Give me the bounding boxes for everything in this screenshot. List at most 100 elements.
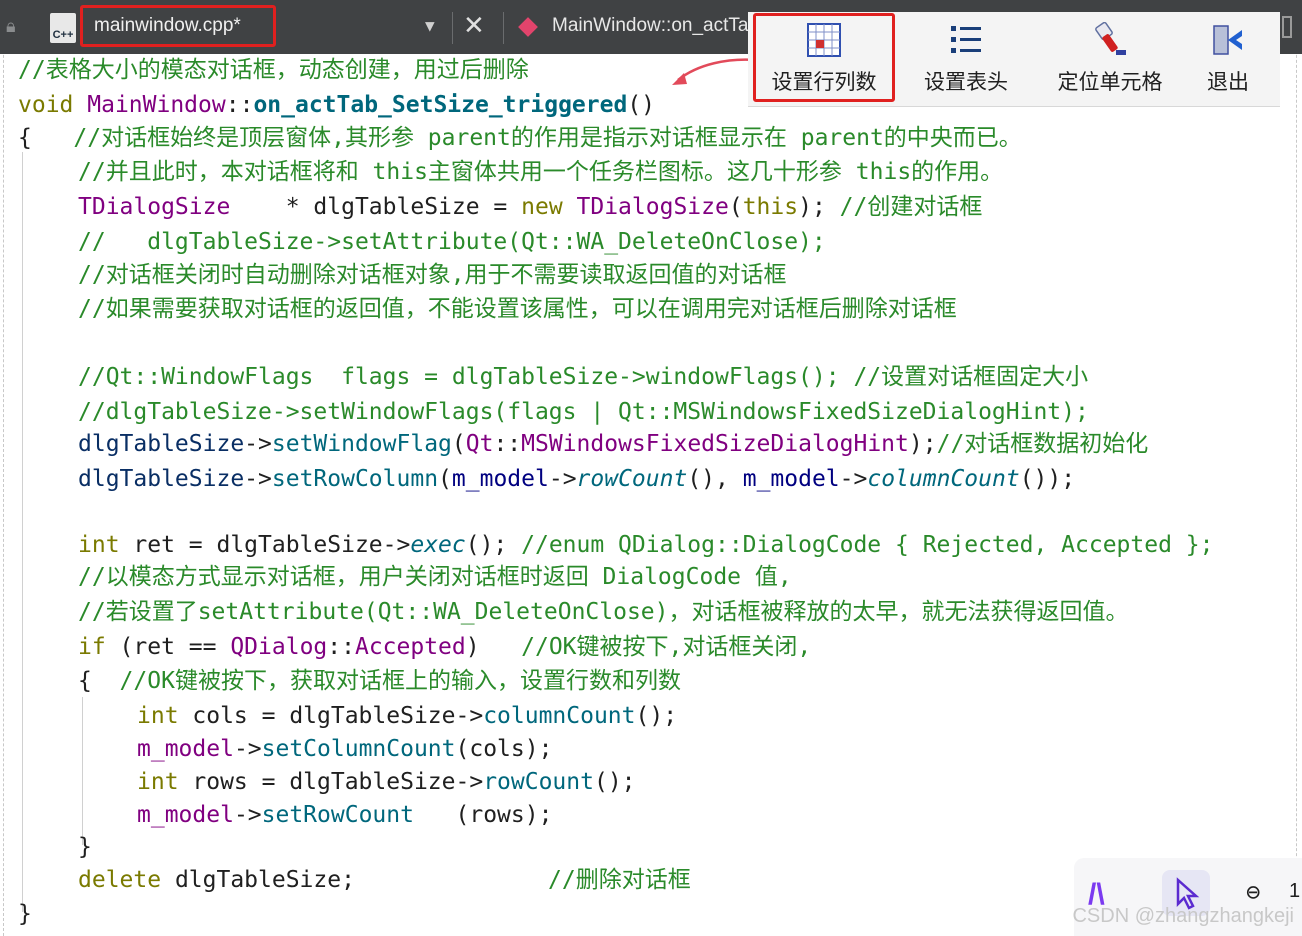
code-token: :: <box>327 634 355 660</box>
code-line: int ret = dlgTableSize->exec(); //enum Q… <box>78 530 1213 560</box>
code-token: columnCount <box>867 466 1020 492</box>
code-token: setColumnCount <box>261 736 456 762</box>
code-token: -> <box>244 431 272 457</box>
code-token: ( <box>728 194 743 220</box>
code-token: int <box>137 703 193 729</box>
code-token: (); <box>593 769 636 795</box>
code-line: //Qt::WindowFlags flags = dlgTableSize->… <box>78 364 1089 390</box>
code-token: -> <box>233 802 262 828</box>
callout-arrow-icon <box>672 58 757 85</box>
code-token: Accepted <box>354 634 466 660</box>
code-line: //并且此时，本对话框将和 this主窗体共用一个任务栏图标。这几十形参 thi… <box>78 159 1004 185</box>
code-line-comment: //删除对话框 <box>548 867 691 893</box>
code-token: TDialogSize <box>576 194 729 220</box>
code-token: columnCount <box>483 703 636 729</box>
locate-cell-button[interactable]: 定位单元格 <box>1038 12 1182 106</box>
code-token: -> <box>548 466 577 492</box>
code-line: m_model->setRowCount (rows); <box>137 800 552 830</box>
code-token: MSWindowsFixedSizeDialogHint <box>521 431 909 457</box>
code-token: :: <box>493 431 522 457</box>
code-token: { <box>18 125 32 151</box>
code-token: dlgTableSize <box>78 431 245 457</box>
indent-guide <box>22 152 23 912</box>
code-line: int rows = dlgTableSize->rowCount(); <box>137 767 636 797</box>
code-token: //OK键被按下,对话框关闭, <box>521 634 812 660</box>
code-token: -> <box>244 466 272 492</box>
code-line: //dlgTableSize->setWindowFlags(flags | Q… <box>78 399 1089 425</box>
code-line: } <box>18 901 32 927</box>
code-token: rowCount <box>576 466 688 492</box>
code-token: (cols); <box>455 736 553 762</box>
set-header-button[interactable]: 设置表头 <box>898 12 1034 106</box>
exit-door-icon <box>1213 25 1242 55</box>
code-line: dlgTableSize->setWindowFlag(Qt::MSWindow… <box>78 429 1148 459</box>
code-token: QDialog <box>230 634 328 660</box>
code-token: ()); <box>1019 466 1076 492</box>
code-token: ); <box>908 431 937 457</box>
code-token: //enum QDialog::DialogCode { Rejected, A… <box>521 532 1214 558</box>
code-token: ( <box>438 466 452 492</box>
list-icon <box>951 26 981 53</box>
code-token: () <box>627 92 656 118</box>
code-token: if <box>78 634 120 660</box>
code-token: dlgTableSize <box>78 466 245 492</box>
code-token: m_model <box>451 466 549 492</box>
code-line: //表格大小的模态对话框，动态创建，用过后删除 <box>18 57 529 83</box>
code-token: m_model <box>137 802 234 828</box>
code-token: ); <box>798 194 840 220</box>
code-line: m_model->setColumnCount(cols); <box>137 734 552 764</box>
code-token: m_model <box>742 466 840 492</box>
code-token: //OK键被按下，获取对话框上的输入，设置行数和列数 <box>91 668 681 694</box>
code-token: //对话框数据初始化 <box>936 431 1149 457</box>
code-line: //如果需要获取对话框的返回值，不能设置该属性，可以在调用完对话框后删除对话框 <box>78 296 957 322</box>
toolbar-highlight-box <box>753 13 895 102</box>
code-token: on_actTab_SetSize_triggered <box>253 92 628 118</box>
watermark: CSDN @zhangzhangkeji <box>1072 905 1294 927</box>
zoom-value: 1 <box>1289 880 1301 902</box>
code-token: -> <box>233 736 262 762</box>
code-token: setRowCount <box>261 802 414 828</box>
code-token: TDialogSize <box>78 194 231 220</box>
code-editor[interactable]: //表格大小的模态对话框，动态创建，用过后删除 void MainWindow:… <box>0 0 1302 936</box>
code-token: dlgTableSize; <box>174 867 355 893</box>
code-line: //以模态方式显示对话框，用户关闭对话框时返回 DialogCode 值, <box>78 564 792 590</box>
code-line: { //OK键被按下，获取对话框上的输入，设置行数和列数 <box>78 666 681 696</box>
code-token: //创建对话框 <box>839 194 983 220</box>
code-line: } <box>78 834 92 860</box>
code-line: void MainWindow::on_actTab_SetSize_trigg… <box>18 90 655 120</box>
code-token: -> <box>839 466 868 492</box>
code-token: (ret == <box>119 634 231 660</box>
code-token: Qt <box>465 431 494 457</box>
code-token: (rows); <box>413 802 553 828</box>
code-token: MainWindow <box>87 92 226 118</box>
code-token: setRowColumn <box>271 466 439 492</box>
code-token: ret = dlgTableSize-> <box>133 532 411 558</box>
code-token: (), <box>687 466 743 492</box>
code-line: //若设置了setAttribute(Qt::WA_DeleteOnClose)… <box>78 599 1129 625</box>
code-token: exec <box>410 532 466 558</box>
indent-guide <box>82 697 83 845</box>
code-line: int cols = dlgTableSize->columnCount(); <box>137 701 677 731</box>
code-token: ) <box>465 634 522 660</box>
code-token: (); <box>635 703 678 729</box>
code-token: int <box>137 769 193 795</box>
button-label: 设置表头 <box>924 70 1008 94</box>
code-token: (); <box>465 532 522 558</box>
code-token: ( <box>451 431 466 457</box>
code-token: void <box>18 92 88 118</box>
exit-button[interactable]: 退出 <box>1188 12 1268 106</box>
code-token: rowCount <box>483 769 594 795</box>
code-token: { <box>78 668 92 694</box>
code-token: new <box>521 194 577 220</box>
code-line: //对话框关闭时自动删除对话框对象,用于不需要读取返回值的对话框 <box>78 262 787 288</box>
code-token: setWindowFlag <box>271 431 452 457</box>
code-token: delete <box>78 867 175 893</box>
flashlight-icon <box>1095 22 1126 55</box>
zoom-out-icon[interactable]: ⊖ <box>1246 878 1260 906</box>
code-line: TDialogSize * dlgTableSize = new TDialog… <box>78 192 982 222</box>
code-line: delete dlgTableSize; <box>78 865 355 895</box>
code-token: :: <box>225 92 254 118</box>
code-token: //对话框始终是顶层窗体,其形参 parent的作用是指示对话框显示在 pare… <box>31 125 1022 151</box>
code-token: this <box>742 194 799 220</box>
code-token: int <box>78 532 134 558</box>
